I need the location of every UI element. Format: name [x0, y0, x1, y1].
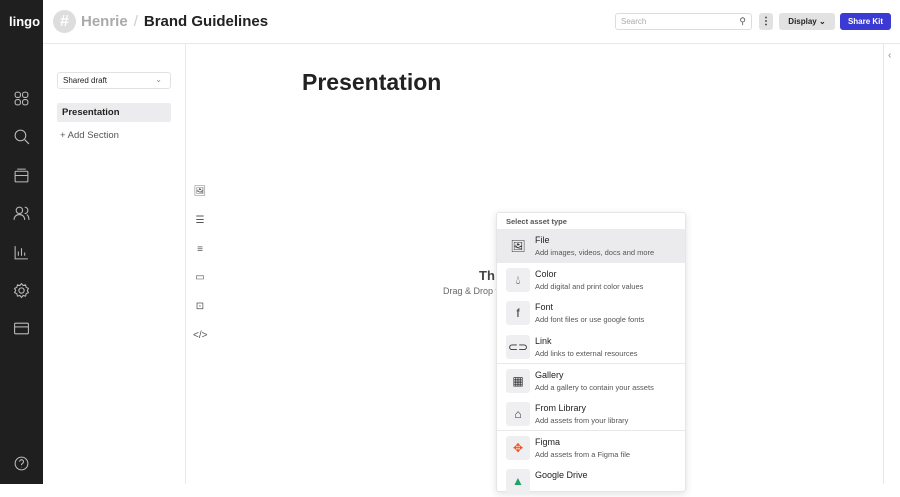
- chevron-down-icon: ⌄: [819, 17, 826, 26]
- link-icon: ⊂⊃: [506, 335, 530, 359]
- menu-item-color[interactable]: 💧︎ Color Add digital and print color value…: [497, 263, 685, 297]
- figma-icon: ✥: [506, 436, 530, 460]
- menu-item-file[interactable]: 🖼︎ File Add images, videos, docs and more: [497, 229, 685, 263]
- empty-state-subtitle: Drag & Drop t: [443, 286, 498, 296]
- right-panel-border: [883, 44, 884, 484]
- item-label: Gallery: [535, 370, 564, 380]
- search-icon[interactable]: [13, 128, 30, 145]
- menu-item-font[interactable]: f Font Add font files or use google fonts: [497, 296, 685, 330]
- search-input[interactable]: Search ⚲: [615, 13, 752, 30]
- chevron-left-icon[interactable]: ‹: [888, 50, 891, 61]
- version-label: Shared draft: [63, 76, 107, 85]
- item-desc: Add font files or use google fonts: [535, 315, 644, 324]
- image-icon[interactable]: 🖼︎: [193, 186, 207, 200]
- lingo-logo[interactable]: lingo: [9, 14, 40, 29]
- breadcrumb-separator: /: [134, 13, 138, 30]
- menu-item-from-library[interactable]: ⌂ From Library Add assets from your librar…: [497, 397, 685, 431]
- menu-item-link[interactable]: ⊂⊃ Link Add links to external resources: [497, 330, 685, 364]
- add-section-button[interactable]: + Add Section: [60, 130, 119, 141]
- version-select[interactable]: Shared draft ⌄: [57, 72, 171, 89]
- item-desc: Add a gallery to contain your assets: [535, 383, 654, 392]
- top-bar: # Henrie / Brand Guidelines Search ⚲ ⋮ Disp…: [43, 0, 900, 44]
- item-label: Color: [535, 269, 557, 279]
- asset-type-menu: Select asset type 🖼︎ File Add images, vide…: [496, 212, 686, 492]
- users-icon[interactable]: [13, 205, 30, 222]
- help-icon[interactable]: [13, 455, 30, 472]
- paragraph-icon[interactable]: ≡: [193, 244, 207, 258]
- droplet-icon: 💧︎: [506, 268, 530, 292]
- heading-text-icon[interactable]: ☰: [193, 215, 207, 229]
- menu-item-figma[interactable]: ✥ Figma Add assets from a Figma file: [497, 430, 685, 464]
- item-desc: Add assets from a Figma file: [535, 450, 630, 459]
- item-label: Font: [535, 302, 553, 312]
- billing-icon[interactable]: [13, 320, 30, 337]
- item-label: Link: [535, 336, 552, 346]
- kits-icon[interactable]: [13, 167, 30, 184]
- more-options-button[interactable]: ⋮: [759, 13, 773, 30]
- app-rail: lingo: [0, 0, 43, 484]
- plus-icon: +: [60, 130, 68, 141]
- font-icon: f: [506, 301, 530, 325]
- search-placeholder: Search: [621, 17, 646, 26]
- code-icon[interactable]: </>: [193, 330, 207, 344]
- item-desc: Add links to external resources: [535, 349, 638, 358]
- settings-icon[interactable]: [13, 282, 30, 299]
- analytics-icon[interactable]: [13, 244, 30, 261]
- share-kit-button[interactable]: Share Kit: [840, 13, 891, 30]
- archive-icon: ⌂: [506, 402, 530, 426]
- add-section-label: Add Section: [68, 130, 119, 141]
- image-icon: 🖼︎: [506, 234, 530, 258]
- item-desc: Add digital and print color values: [535, 282, 643, 291]
- display-button[interactable]: Display ⌄: [779, 13, 835, 30]
- chevron-down-icon: ⌄: [155, 75, 162, 84]
- item-desc: Add images, videos, docs and more: [535, 248, 654, 257]
- library-grid-icon[interactable]: [13, 90, 30, 107]
- display-label: Display: [788, 17, 816, 26]
- banner-icon[interactable]: ▭: [193, 272, 207, 286]
- menu-header: Select asset type: [497, 213, 685, 229]
- sections-sidebar: Shared draft ⌄ Presentation + Add Section: [43, 44, 186, 484]
- page-title: Presentation: [302, 69, 441, 96]
- breadcrumb-workspace[interactable]: Henrie: [81, 13, 128, 30]
- section-item-presentation[interactable]: Presentation: [57, 103, 171, 122]
- item-label: Figma: [535, 437, 560, 447]
- guide-icon[interactable]: ⊡: [193, 301, 207, 315]
- search-icon[interactable]: ⚲: [739, 16, 746, 27]
- workspace-avatar[interactable]: #: [53, 10, 76, 33]
- google-drive-icon: ▲: [506, 469, 530, 493]
- grid-icon: ▦: [506, 369, 530, 393]
- item-label: File: [535, 235, 550, 245]
- breadcrumb: Henrie / Brand Guidelines: [81, 13, 268, 30]
- menu-item-google-drive[interactable]: ▲ Google Drive: [497, 464, 685, 497]
- menu-item-gallery[interactable]: ▦ Gallery Add a gallery to contain your as…: [497, 363, 685, 397]
- empty-state-title: Th: [479, 268, 495, 283]
- item-label: Google Drive: [535, 470, 588, 480]
- item-label: From Library: [535, 403, 586, 413]
- item-desc: Add assets from your library: [535, 416, 628, 425]
- breadcrumb-kit: Brand Guidelines: [144, 13, 268, 30]
